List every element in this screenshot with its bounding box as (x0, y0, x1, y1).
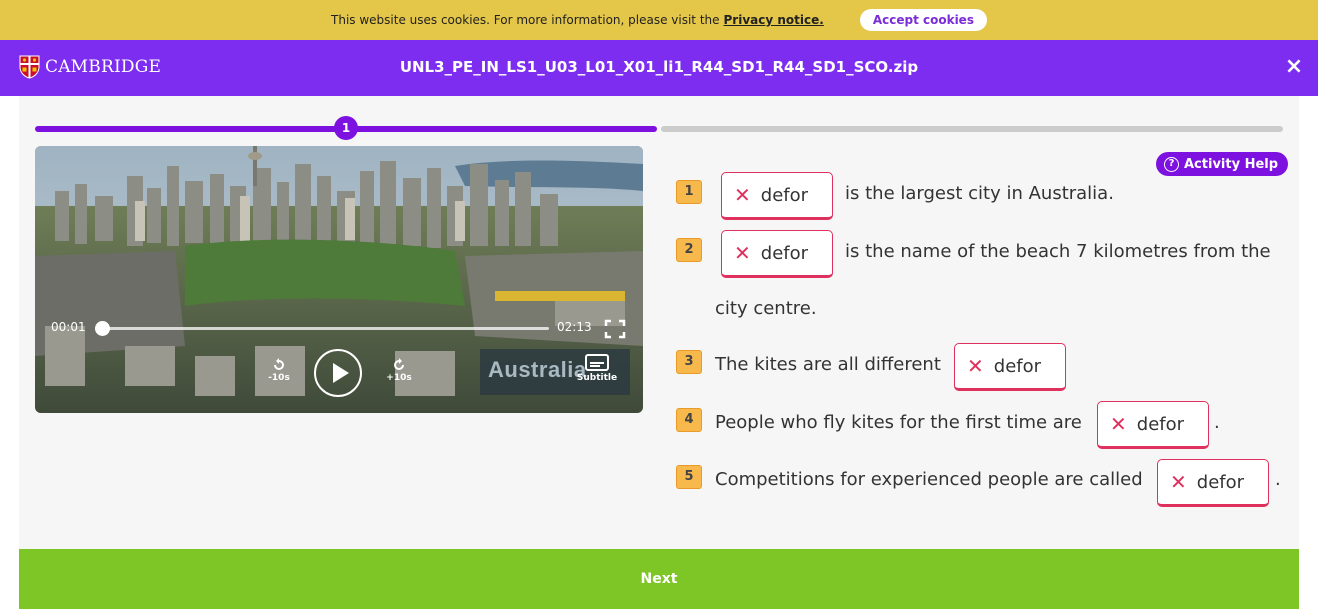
question-number-2: 2 (676, 238, 702, 262)
question-number-5: 5 (676, 465, 702, 489)
accept-cookies-button[interactable]: Accept cookies (859, 9, 987, 31)
answer-value-4: defor (1136, 413, 1185, 435)
forward-10-button[interactable]: +10s (385, 358, 413, 383)
current-time: 00:01 (51, 320, 86, 334)
cookie-message: This website uses cookies. For more info… (331, 13, 720, 27)
subtitle-label: Subtitle (576, 373, 618, 383)
duration: 02:13 (557, 320, 592, 334)
rewind-label: -10s (268, 373, 290, 383)
answer-box-2[interactable]: ✕ defor (721, 230, 833, 278)
video-player[interactable]: 00:01 02:13 Australia -10s +10s Subtitle (35, 146, 643, 413)
answer-value-3: defor (993, 355, 1042, 377)
question-number-4: 4 (676, 408, 702, 432)
incorrect-icon: ✕ (1110, 412, 1127, 436)
answer-box-4[interactable]: ✕ defor (1097, 401, 1209, 449)
progress-remaining (661, 126, 1283, 132)
question-icon: ? (1164, 156, 1179, 172)
incorrect-icon: ✕ (1170, 470, 1187, 494)
subtitle-button[interactable]: Subtitle (575, 354, 619, 383)
question-text-1: is the largest city in Australia. (845, 183, 1114, 204)
incorrect-icon: ✕ (734, 241, 751, 265)
progress-bar: 1 (35, 116, 1283, 140)
question-text-5: Competitions for experienced people are … (715, 469, 1143, 490)
question-5-period: . (1275, 469, 1281, 490)
rewind-icon (274, 358, 284, 370)
question-number-1: 1 (676, 180, 702, 204)
privacy-notice-link[interactable]: Privacy notice. (724, 13, 824, 27)
rewind-10-button[interactable]: -10s (265, 358, 293, 383)
seek-handle[interactable] (95, 321, 110, 336)
question-4-period: . (1214, 412, 1220, 433)
incorrect-icon: ✕ (967, 354, 984, 378)
cookie-banner: This website uses cookies. For more info… (0, 0, 1318, 40)
activity-panel: 1 00:01 02:13 Australia -10s +10s Subtit… (19, 96, 1299, 549)
answer-value-5: defor (1196, 471, 1245, 493)
file-title: UNL3_PE_IN_LS1_U03_L01_X01_li1_R44_SD1_R… (399, 58, 919, 76)
activity-help-label: Activity Help (1184, 156, 1279, 172)
question-number-3: 3 (676, 350, 702, 374)
answer-value-2: defor (760, 242, 809, 264)
progress-step-marker[interactable]: 1 (334, 116, 358, 140)
answer-box-3[interactable]: ✕ defor (954, 343, 1066, 391)
incorrect-icon: ✕ (734, 183, 751, 207)
answer-value-1: defor (760, 184, 809, 206)
question-text-4: People who fly kites for the first time … (715, 412, 1082, 433)
fullscreen-icon[interactable] (604, 319, 626, 339)
question-text-2-continued: city centre. (715, 298, 817, 319)
close-button[interactable]: × (1284, 56, 1304, 78)
question-text-3: The kites are all different (715, 354, 941, 375)
scene-sign-text: Australia (488, 357, 587, 382)
question-text-2: is the name of the beach 7 kilometres fr… (845, 241, 1271, 262)
next-button[interactable]: Next (19, 549, 1299, 609)
seek-bar[interactable] (101, 327, 549, 330)
answer-box-1[interactable]: ✕ defor (721, 172, 833, 220)
subtitle-icon (585, 354, 609, 371)
forward-icon (394, 358, 404, 370)
answer-box-5[interactable]: ✕ defor (1157, 459, 1269, 507)
app-header: CAMBRIDGE UNL3_PE_IN_LS1_U03_L01_X01_li1… (0, 40, 1318, 96)
activity-help-button[interactable]: ? Activity Help (1156, 152, 1289, 176)
play-button[interactable] (314, 349, 362, 397)
forward-label: +10s (386, 373, 412, 383)
